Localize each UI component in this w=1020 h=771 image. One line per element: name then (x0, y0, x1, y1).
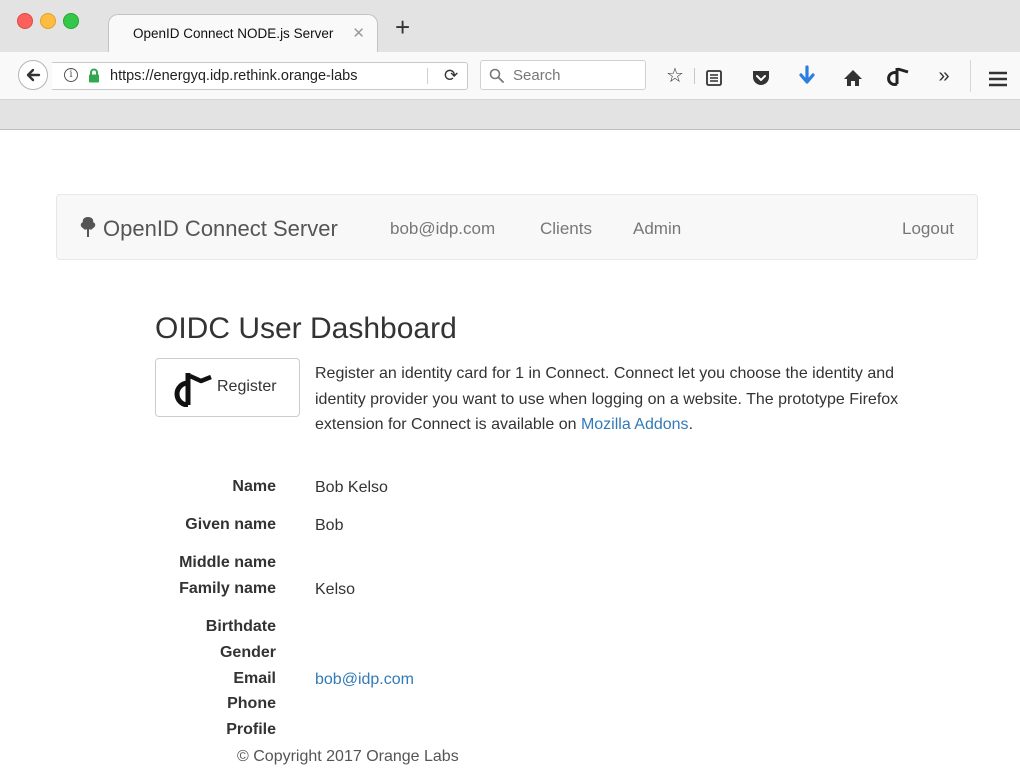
email-value: bob@idp.com (315, 671, 414, 689)
nav-admin[interactable]: Admin (633, 219, 681, 239)
url-text[interactable]: https://energyq.idp.rethink.orange-labs (110, 68, 420, 84)
url-bar[interactable]: i https://energyq.idp.rethink.orange-lab… (52, 62, 468, 90)
page-title: OIDC User Dashboard (155, 312, 457, 345)
new-tab-button[interactable]: + (395, 14, 410, 40)
back-arrow-icon (26, 68, 41, 82)
nav-user[interactable]: bob@idp.com (390, 219, 495, 239)
register-label: Register (217, 378, 277, 395)
birthdate-label: Birthdate (205, 618, 276, 635)
search-placeholder: Search (513, 67, 561, 84)
register-description: Register an identity card for 1 in Conne… (315, 365, 899, 433)
browser-tab[interactable]: OpenID Connect NODE.js Server ✕ (108, 14, 378, 52)
given-name-label: Given name (185, 516, 276, 533)
connect-extension-icon[interactable] (887, 64, 911, 88)
close-window-button[interactable] (17, 13, 33, 29)
brand-text: OpenID Connect Server (103, 216, 338, 241)
gender-label: Gender (219, 644, 276, 661)
download-icon[interactable] (798, 64, 816, 88)
given-name-value: Bob (315, 517, 344, 534)
profile-label: Profile (226, 721, 276, 738)
hamburger-menu-icon[interactable] (988, 67, 1008, 91)
nav-logout[interactable]: Logout (902, 219, 954, 239)
bookmark-star-icon[interactable]: ☆ (664, 64, 686, 88)
mozilla-addons-link[interactable]: Mozilla Addons (581, 416, 689, 433)
name-value: Bob Kelso (315, 479, 388, 496)
browser-toolbar: i https://energyq.idp.rethink.orange-lab… (0, 52, 1020, 100)
phone-label: Phone (227, 695, 276, 712)
lock-icon (89, 68, 99, 83)
name-label: Name (232, 478, 276, 495)
site-navbar: OpenID Connect Server bob@idp.com Client… (56, 194, 978, 260)
family-name-value: Kelso (315, 581, 356, 598)
email-link[interactable]: bob@idp.com (315, 671, 414, 688)
nav-clients[interactable]: Clients (540, 219, 592, 239)
search-icon (489, 68, 504, 83)
tab-close-icon[interactable]: ✕ (352, 24, 365, 42)
connect-logo-icon (174, 373, 212, 407)
footer-copyright: © Copyright 2017 Orange Labs (237, 748, 459, 765)
reload-icon[interactable]: ⟳ (444, 66, 458, 86)
email-label: Email (233, 670, 276, 687)
overflow-menu-icon[interactable]: » (933, 64, 955, 88)
tree-icon (80, 217, 96, 237)
browser-chrome-strip (0, 100, 1020, 130)
pocket-icon[interactable] (751, 66, 771, 90)
home-icon[interactable] (843, 66, 863, 90)
family-name-label: Family name (179, 580, 276, 597)
minimize-window-button[interactable] (40, 13, 56, 29)
browser-tab-bar: OpenID Connect NODE.js Server ✕ + (0, 0, 1020, 52)
zoom-window-button[interactable] (63, 13, 79, 29)
tab-title: OpenID Connect NODE.js Server (133, 26, 334, 41)
reading-list-icon[interactable] (705, 66, 723, 90)
register-button[interactable]: Register (155, 358, 300, 417)
brand-link[interactable]: OpenID Connect Server (79, 216, 338, 242)
info-icon[interactable]: i (64, 68, 78, 82)
search-bar[interactable]: Search (480, 60, 646, 90)
middle-name-label: Middle name (179, 554, 276, 571)
back-button[interactable] (18, 60, 48, 90)
